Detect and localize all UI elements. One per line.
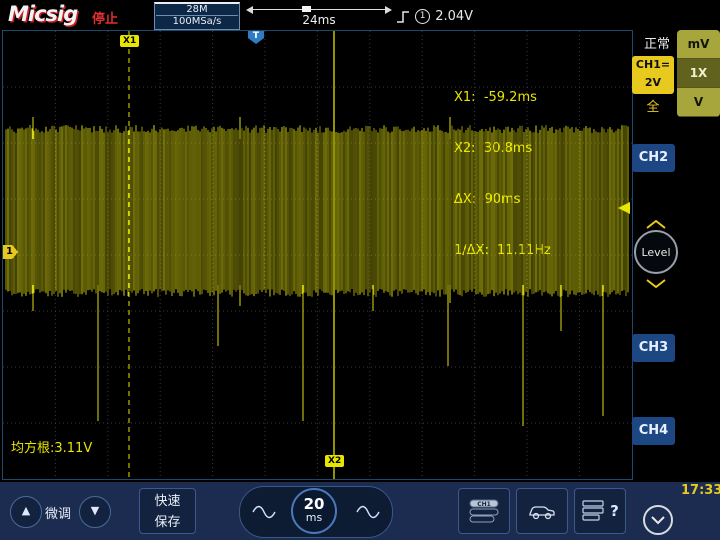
level-down-chevron-icon[interactable] [645, 278, 667, 289]
drawer-stack-icon [581, 499, 607, 523]
ruler-bar [253, 9, 385, 10]
trigger-level-value: 2.04V [435, 9, 473, 24]
horizontal-timebase-widget[interactable]: 20 ms [239, 486, 393, 538]
scale-mv-button[interactable]: mV [677, 30, 720, 59]
level-knob[interactable]: Level [634, 230, 678, 274]
trigger-level-arrow-icon[interactable] [615, 201, 631, 215]
sine-left-icon [252, 504, 276, 520]
help-question-mark: ? [610, 502, 619, 520]
trigger-mode-label: 正常 [644, 33, 670, 52]
vertical-scale-panel: mV 1X V [677, 30, 720, 117]
fine-adjust-down-button[interactable]: ▼ [79, 496, 111, 528]
brand-logo: Micsig [8, 2, 77, 26]
trigger-source-badge: 1 [415, 9, 430, 24]
top-bar: Micsig 停止 28M 100MSa/s 24ms 1 2.04V [0, 0, 720, 30]
car-icon [527, 501, 557, 521]
sample-rate: 100MSa/s [155, 16, 239, 27]
channel4-button[interactable]: CH4 [632, 417, 675, 445]
storage-help-button[interactable]: ? [574, 488, 626, 534]
quick-save-line2: 保存 [140, 512, 195, 533]
stack-ch1-label: CH1 [477, 501, 491, 508]
measurement-freq: 1/ΔX: 11.11Hz [454, 242, 551, 259]
channel-stack-button[interactable]: CH1 [458, 488, 510, 534]
sample-rate-box[interactable]: 28M 100MSa/s [154, 2, 240, 30]
quick-save-line1: 快速 [140, 491, 195, 512]
collapse-menu-button[interactable] [643, 505, 673, 535]
channel3-button[interactable]: CH3 [632, 334, 675, 362]
scale-v-button[interactable]: V [677, 88, 720, 117]
quick-save-button[interactable]: 快速 保存 [139, 488, 196, 534]
run-status: 停止 [92, 8, 118, 27]
cursor-x1-label[interactable]: X1 [120, 35, 139, 47]
timebase-knob[interactable]: 20 ms [291, 488, 337, 534]
clock: 17:33 [681, 483, 720, 498]
level-up-chevron-icon[interactable] [645, 219, 667, 230]
fine-adjust-label: 微调 [45, 503, 71, 522]
ruler-window-handle[interactable] [302, 6, 311, 12]
channel1-label: CH1= [632, 56, 674, 74]
probe-attenuation-button[interactable]: 1X [677, 59, 720, 88]
bottom-toolbar: ▲ 微调 ▼ 快速 保存 20 ms CH1 [0, 482, 720, 540]
channel1-button[interactable]: CH1= 2V [632, 56, 674, 94]
sine-right-icon [356, 504, 380, 520]
cursor-x2-label[interactable]: X2 [325, 455, 344, 467]
channel1-bandwidth: 全 [632, 96, 674, 115]
measurement-dx: ΔX: 90ms [454, 191, 551, 208]
memory-depth: 28M [155, 4, 239, 15]
rms-readout: 均方根:3.11V [11, 437, 92, 456]
channel2-button[interactable]: CH2 [632, 144, 675, 172]
oscilloscope-screen: Micsig 停止 28M 100MSa/s 24ms 1 2.04V T X1… [0, 0, 720, 540]
timebase-ruler[interactable]: 24ms [246, 2, 392, 28]
chevron-down-icon [650, 515, 666, 525]
measurement-x1: X1: -59.2ms [454, 89, 551, 106]
trigger-readout[interactable]: 1 2.04V [396, 6, 473, 25]
channel1-scale: 2V [632, 74, 674, 92]
vehicle-mode-button[interactable] [516, 488, 568, 534]
trigger-slope-icon [396, 9, 410, 25]
layers-icon: CH1 [467, 498, 501, 524]
timebase-value: 24ms [246, 13, 392, 27]
fine-adjust-up-button[interactable]: ▲ [10, 496, 42, 528]
cursor-measurements: X1: -59.2ms X2: 30.8ms ΔX: 90ms 1/ΔX: 11… [454, 55, 551, 293]
timebase-unit: ms [293, 511, 335, 524]
waveform-area: T X1 X2 1 X1: -59.2ms X2: 30.8ms ΔX: 90m… [2, 30, 633, 480]
measurement-x2: X2: 30.8ms [454, 140, 551, 157]
